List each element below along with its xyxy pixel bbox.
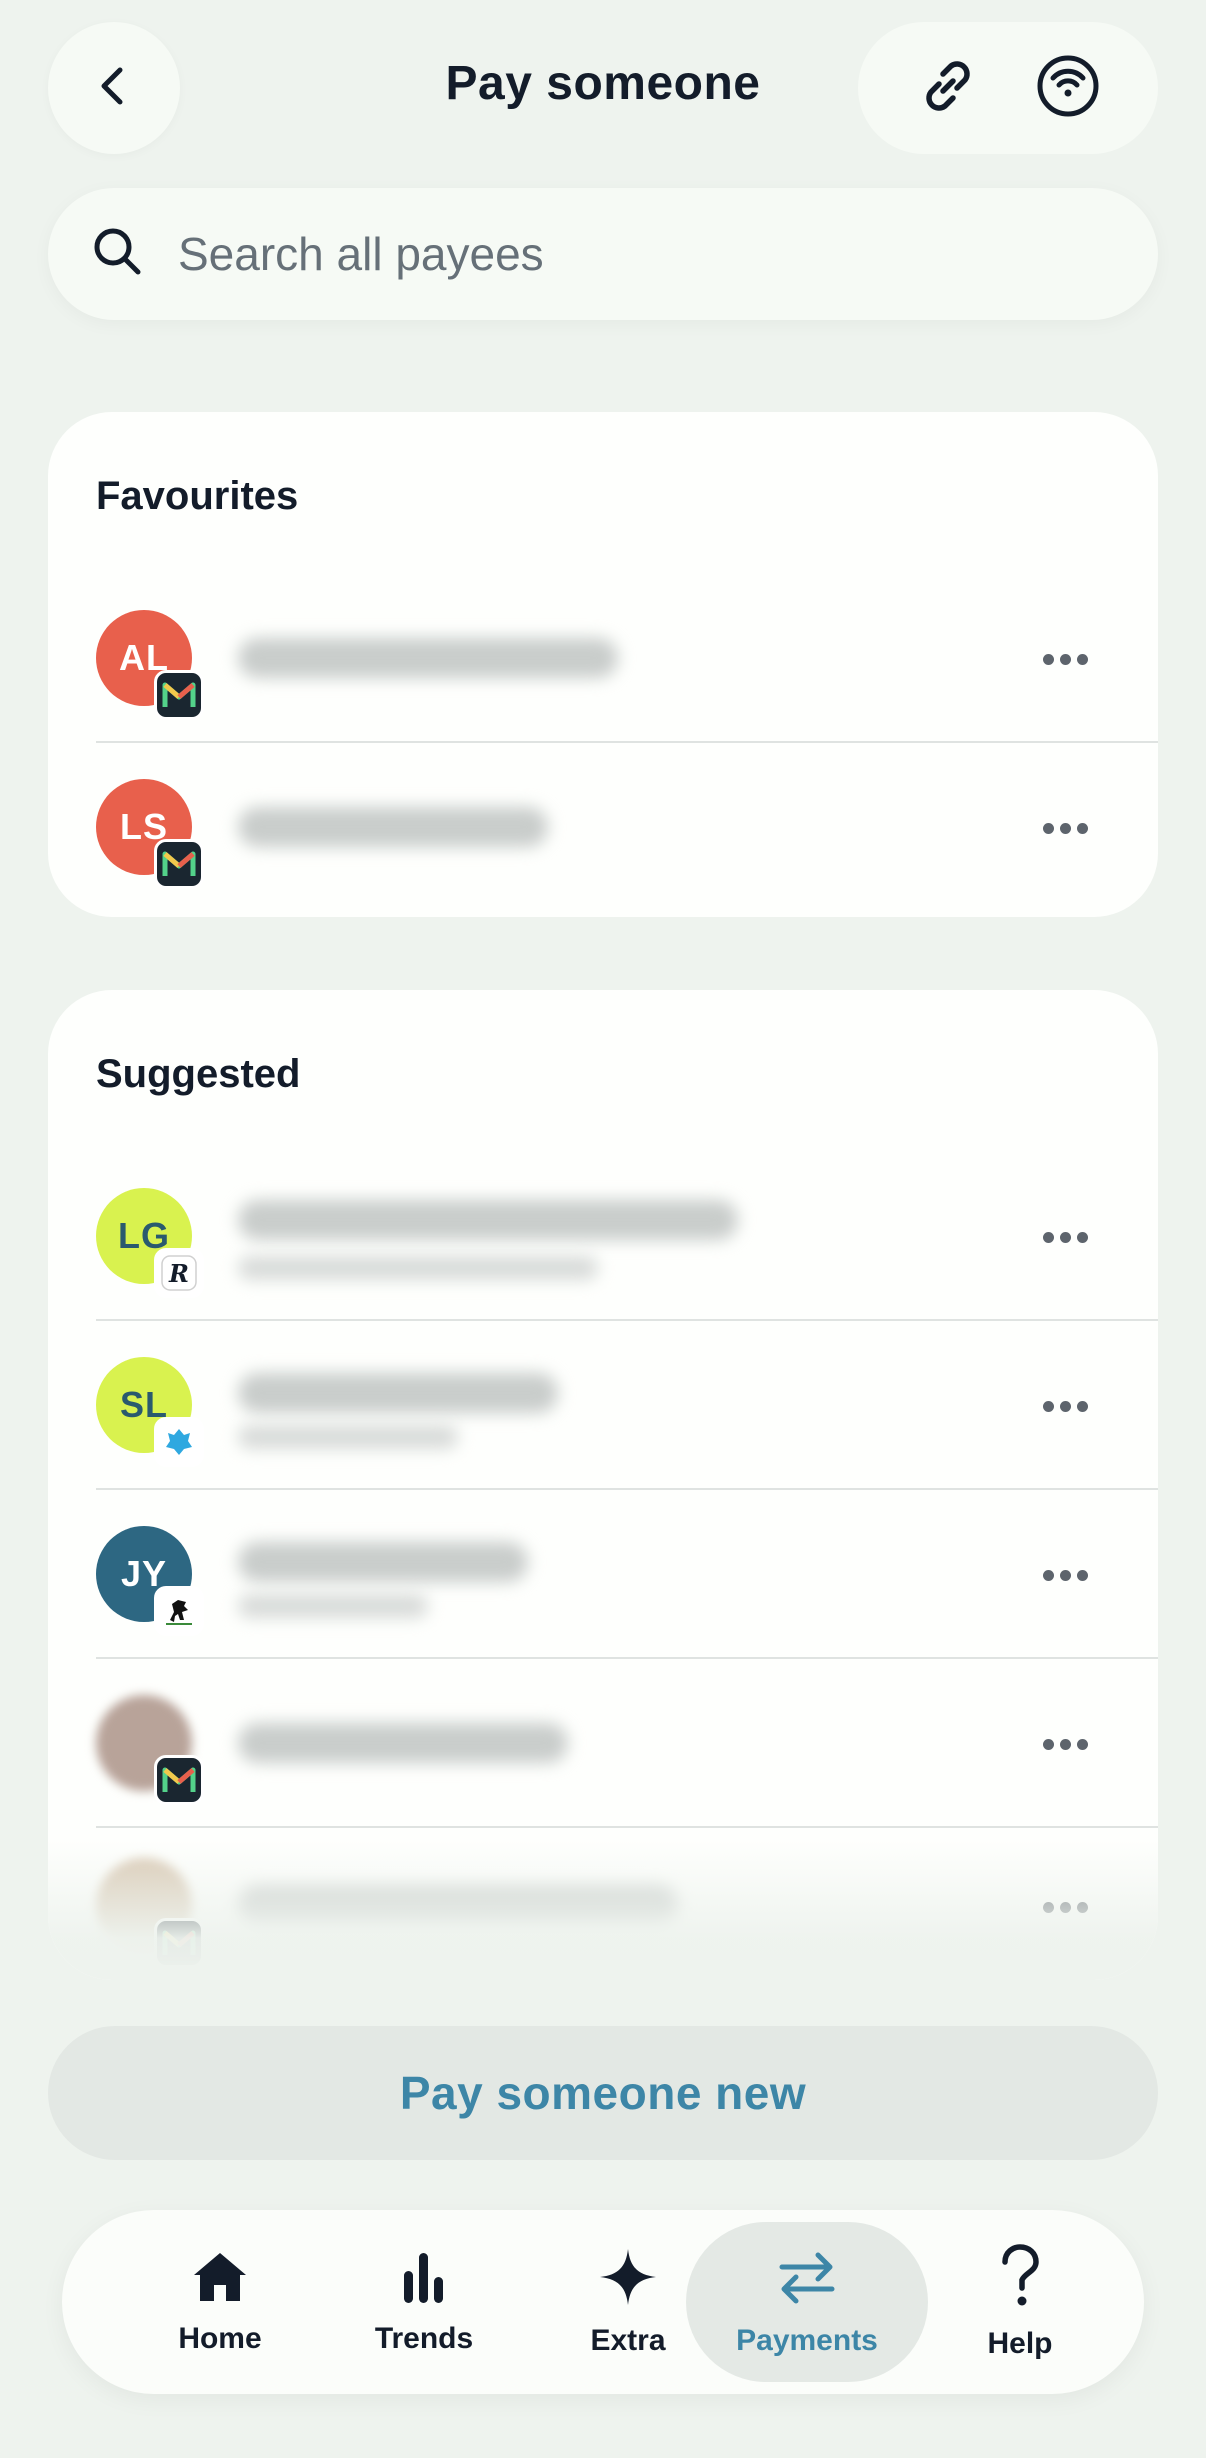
sparkle-icon	[598, 2247, 658, 2312]
payee-name-redacted	[238, 1200, 738, 1240]
header-actions	[858, 22, 1158, 154]
nav-trends[interactable]: Trends	[324, 2222, 524, 2382]
more-options-button[interactable]	[1020, 1530, 1110, 1620]
svg-text:R: R	[168, 1259, 189, 1288]
more-options-button[interactable]	[1020, 1192, 1110, 1282]
favourites-title: Favourites	[96, 474, 299, 518]
payee-row[interactable]: LS	[48, 743, 1158, 912]
barclays-badge-icon	[154, 1417, 204, 1467]
payee-name-redacted	[238, 1723, 568, 1763]
nav-help[interactable]: Help	[920, 2222, 1120, 2382]
payee-detail-redacted	[238, 1425, 458, 1449]
payee-row[interactable]: SL	[48, 1321, 1158, 1490]
monzo-badge-icon	[154, 670, 204, 720]
more-options-button[interactable]	[1020, 1361, 1110, 1451]
help-icon	[995, 2243, 1045, 2315]
payee-row[interactable]: JY	[48, 1490, 1158, 1659]
favourites-card: Favourites AL LS	[48, 412, 1158, 917]
payee-detail-redacted	[238, 1594, 428, 1618]
search-icon	[88, 222, 148, 287]
payee-detail-redacted	[238, 1256, 598, 1280]
nav-home[interactable]: Home	[120, 2222, 320, 2382]
suggested-title: Suggested	[96, 1052, 301, 1096]
payee-row[interactable]: AL	[48, 574, 1158, 743]
transfer-arrows-icon	[772, 2247, 842, 2312]
more-options-button[interactable]	[1020, 614, 1110, 704]
payee-row[interactable]: LG R	[48, 1152, 1158, 1321]
home-icon	[190, 2249, 250, 2310]
payee-name-redacted	[238, 1542, 528, 1582]
search-input[interactable]	[178, 227, 1078, 281]
bottom-nav: Home Trends Extra Payments Help	[62, 2210, 1144, 2394]
scroll-fade	[48, 1840, 1158, 1980]
nav-payments[interactable]: Payments	[686, 2222, 928, 2382]
bar-chart-icon	[396, 2249, 452, 2310]
payee-name-redacted	[238, 1373, 558, 1413]
suggested-card: Suggested LG R SL JY	[48, 990, 1158, 1980]
revolut-badge-icon: R	[154, 1248, 204, 1298]
payee-name-redacted	[238, 807, 548, 847]
lloyds-horse-badge-icon	[154, 1586, 204, 1636]
pay-someone-new-button[interactable]: Pay someone new	[48, 2026, 1158, 2160]
search-bar[interactable]	[48, 188, 1158, 320]
payee-name-redacted	[238, 638, 618, 678]
payee-row[interactable]	[48, 1659, 1158, 1828]
more-options-button[interactable]	[1020, 1699, 1110, 1789]
contactless-request-icon	[1033, 51, 1103, 126]
link-button[interactable]	[903, 43, 993, 133]
more-options-button[interactable]	[1020, 783, 1110, 873]
monzo-badge-icon	[154, 1755, 204, 1805]
contactless-request-button[interactable]	[1023, 43, 1113, 133]
pay-someone-screen: Pay someone Search all payees Favourites…	[0, 0, 1206, 2458]
link-icon	[913, 51, 983, 126]
monzo-badge-icon	[154, 839, 204, 889]
